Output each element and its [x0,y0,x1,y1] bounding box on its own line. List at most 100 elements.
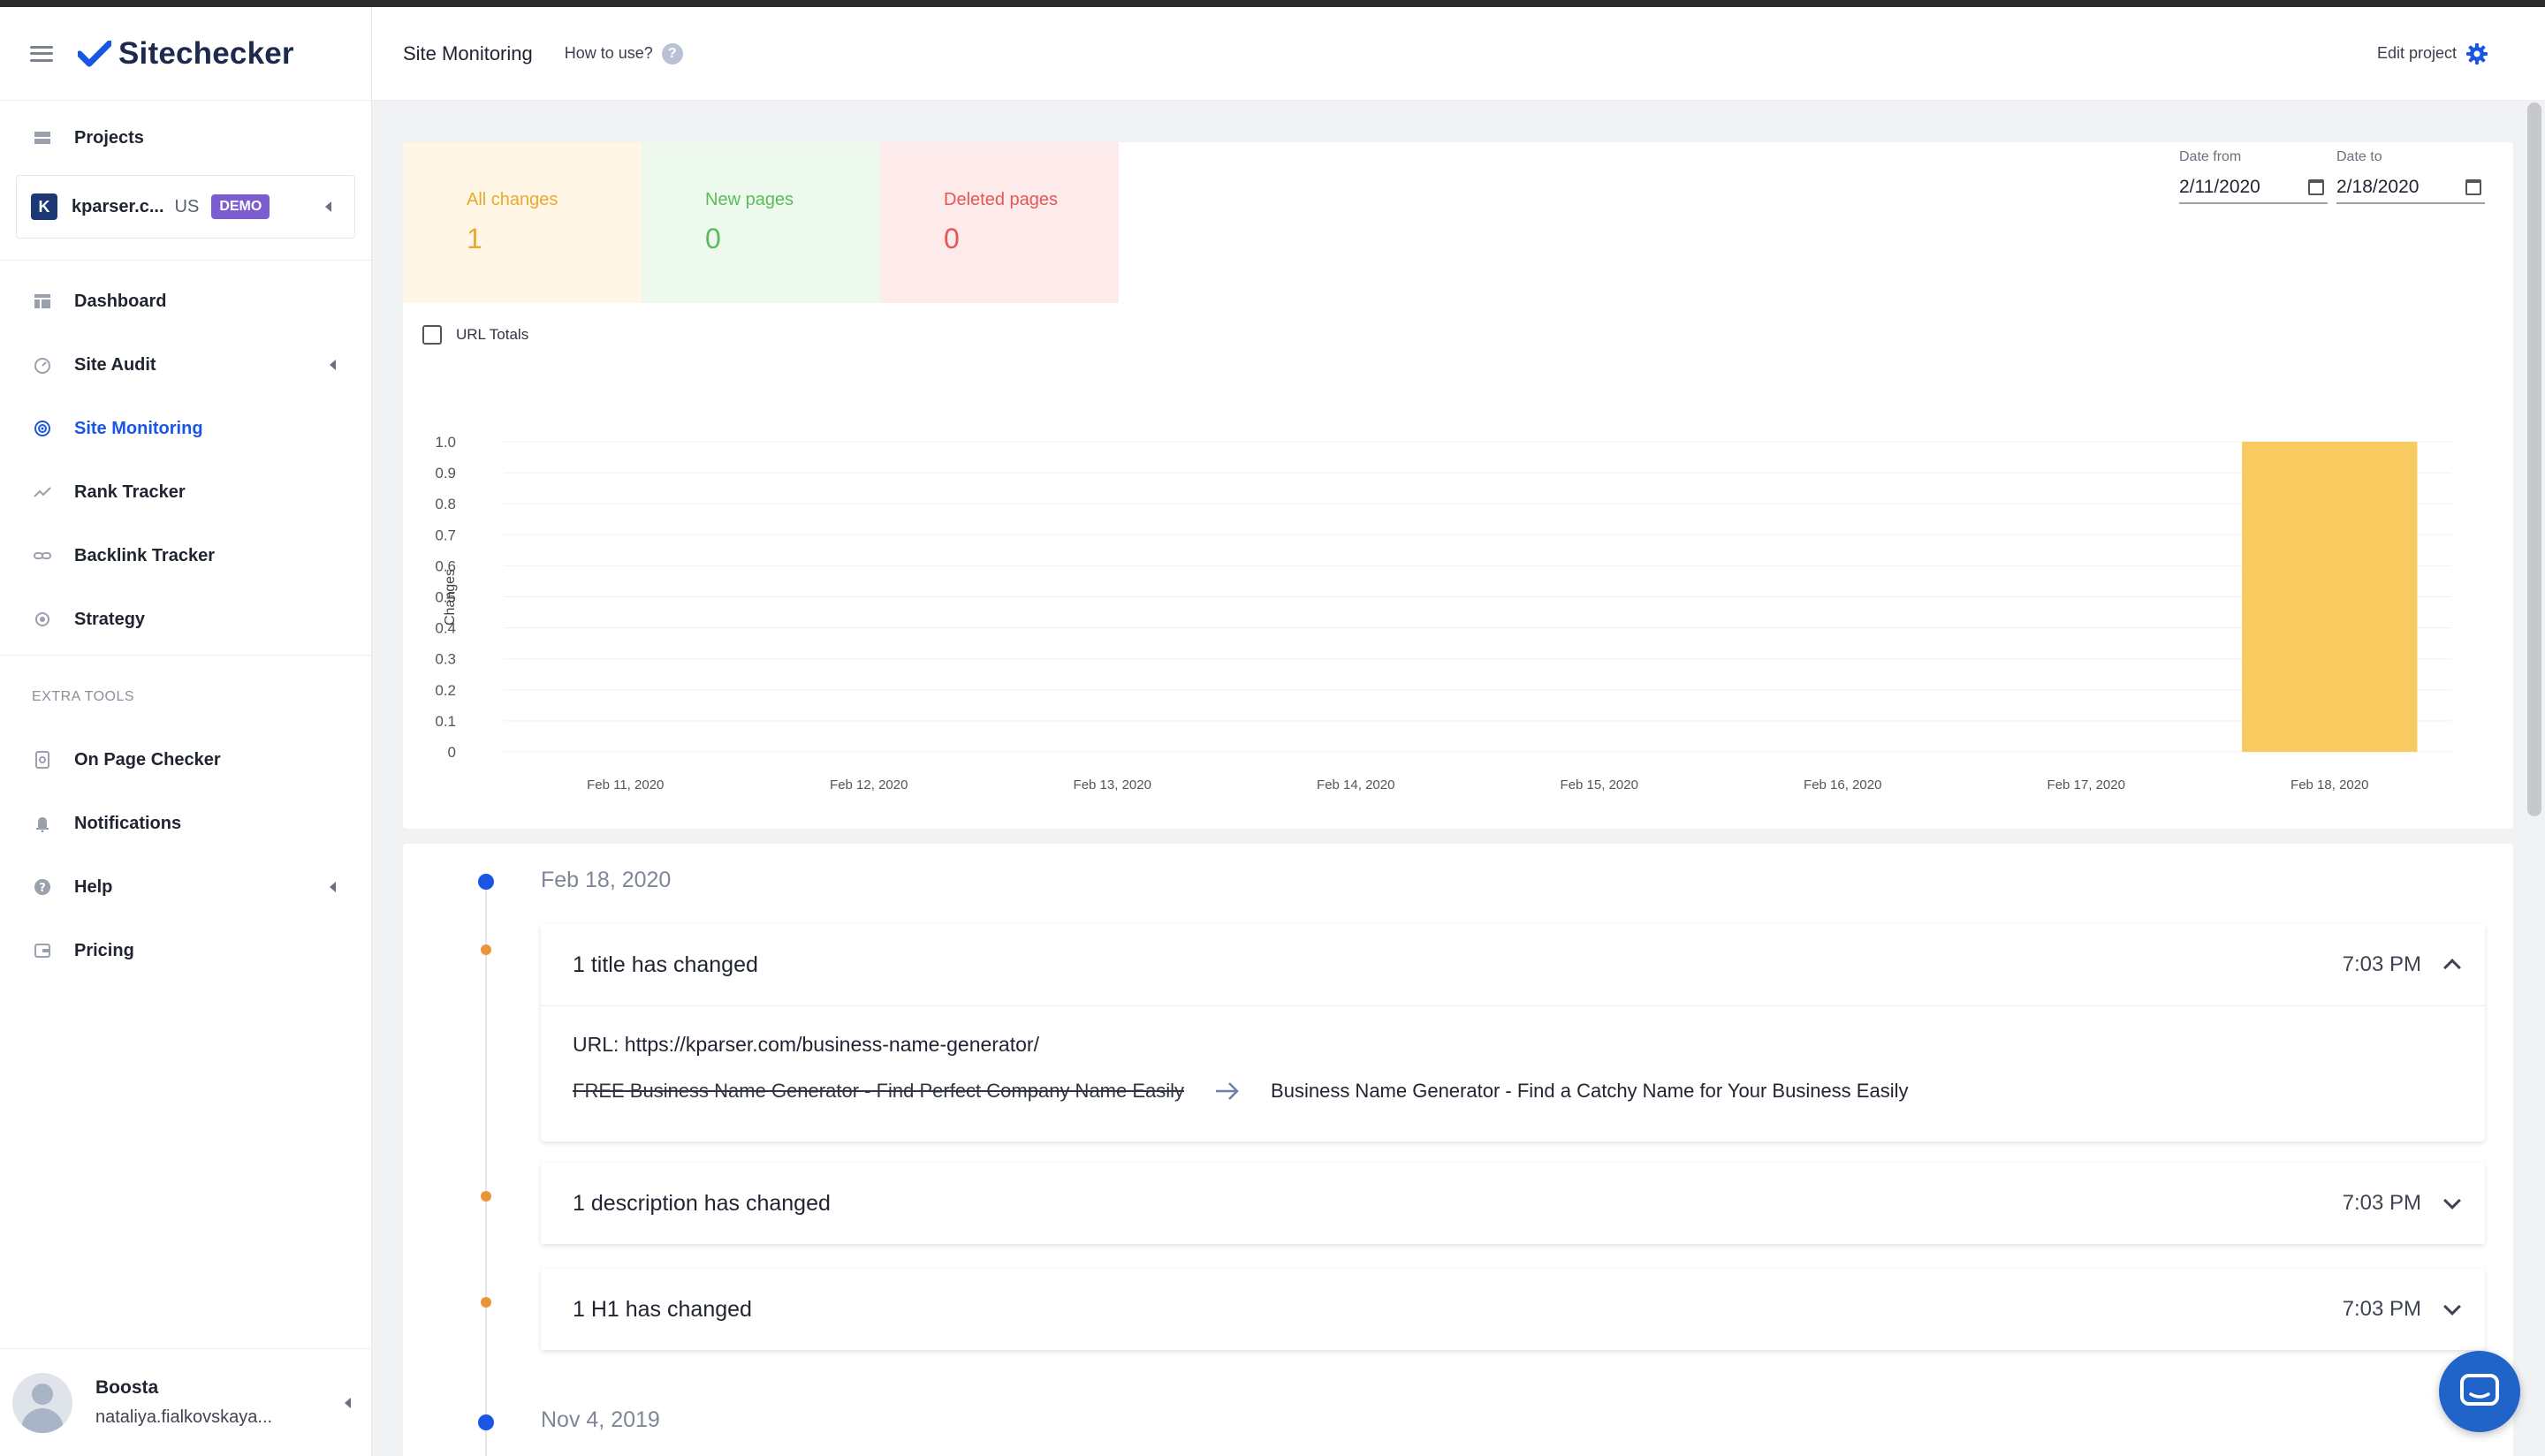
svg-text:?: ? [39,882,46,895]
y-tick-label: 0.9 [435,465,456,482]
x-tick-label: Feb 17, 2020 [2047,777,2125,792]
sidebar-item-strategy[interactable]: Strategy [0,588,371,651]
project-selector[interactable]: K kparser.c... US DEMO [16,175,355,239]
logo-check-icon [78,40,111,66]
change-header[interactable]: 1 title has changed 7:03 PM [541,924,2485,1005]
timeline-date: Feb 18, 2020 [541,868,672,892]
change-card: 1 title has changed 7:03 PM URL: https:/… [541,924,2485,1141]
how-to-use-link[interactable]: How to use? ? [564,42,683,64]
user-name: Boosta [95,1377,159,1398]
sidebar-item-dashboard[interactable]: Dashboard [0,269,371,333]
change-title: 1 title has changed [573,952,758,977]
sidebar-item-pricing[interactable]: Pricing [0,919,371,982]
change-title: 1 description has changed [573,1190,831,1216]
sidebar-item-label: On Page Checker [74,749,221,770]
hamburger-menu-icon[interactable] [30,45,53,62]
change-header[interactable]: 1 H1 has changed 7:03 PM [541,1269,2485,1350]
link-icon [34,552,51,559]
demo-badge: DEMO [211,194,270,219]
page-scrollbar[interactable] [2527,102,2541,816]
edit-project-button[interactable]: Edit project [2377,42,2488,65]
change-time: 7:03 PM [2342,1191,2421,1215]
projects-icon [34,132,50,144]
y-tick-label: 0 [448,744,456,761]
x-tick-label: Feb 14, 2020 [1317,777,1394,792]
sidebar-item-site-audit[interactable]: Site Audit [0,333,371,397]
chat-icon [2460,1374,2499,1406]
new-value: Business Name Generator - Find a Catchy … [1271,1080,1909,1102]
change-url: URL: https://kparser.com/business-name-g… [573,1033,1039,1056]
user-profile[interactable]: Boosta nataliya.fialkovskaya... [0,1348,372,1456]
dashboard-icon [34,294,50,308]
timeline-line [485,879,487,1456]
change-card: 1 description has changed 7:03 PM [541,1163,2485,1244]
sidebar-item-backlink-tracker[interactable]: Backlink Tracker [0,524,371,588]
logo-text[interactable]: Sitechecker [118,36,294,72]
sidebar-item-site-monitoring[interactable]: Site Monitoring [0,397,371,460]
change-header[interactable]: 1 description has changed 7:03 PM [541,1163,2485,1244]
caret-left-icon[interactable] [330,882,336,892]
page-title: Site Monitoring [403,42,533,64]
project-country: US [174,196,200,216]
change-time: 7:03 PM [2342,952,2421,976]
wallet-icon [34,944,50,958]
chart-bar [2242,442,2418,752]
divider [0,260,371,261]
x-tick-label: Feb 15, 2020 [1561,777,1638,792]
sidebar-item-on-page-checker[interactable]: On Page Checker [0,728,371,792]
sidebar-item-label: Projects [74,127,144,148]
caret-left-icon[interactable] [330,360,336,370]
sidebar-item-label: Rank Tracker [74,482,186,502]
caret-left-icon[interactable] [345,1397,351,1408]
user-email: nataliya.fialkovskaya... [95,1407,273,1427]
sidebar-item-label: Help [74,876,113,897]
x-tick-label: Feb 12, 2020 [830,777,908,792]
gear-icon [2466,42,2488,64]
sidebar-item-label: Site Monitoring [74,418,203,438]
edit-project-label: Edit project [2376,44,2457,62]
sidebar-item-label: Site Audit [74,354,156,375]
old-value: FREE Business Name Generator - Find Perf… [573,1080,1185,1102]
y-tick-label: 1.0 [435,434,456,451]
sidebar-item-help[interactable]: ? Help [0,855,371,919]
timeline-change-dot [481,944,491,955]
chevron-down-icon[interactable] [2443,1298,2461,1316]
timeline-date-dot [478,874,494,890]
extra-tools-heading: EXTRA TOOLS [32,689,135,704]
chevron-down-icon[interactable] [2443,1192,2461,1210]
bell-icon [36,817,49,832]
changes-timeline: Feb 18, 2020 1 title has changed 7:03 PM… [403,844,2513,1456]
y-axis-label: Changes [443,569,458,626]
how-to-use-label: How to use? [564,44,653,62]
sidebar-item-label: Strategy [74,609,146,629]
arrow-right-icon [1216,1082,1239,1100]
page-search-icon [35,751,49,769]
sidebar-item-notifications[interactable]: Notifications [0,792,371,855]
y-tick-label: 0.1 [435,713,456,730]
project-name: kparser.c... [72,196,164,216]
project-avatar: K [31,193,57,220]
change-diff: FREE Business Name Generator - Find Perf… [573,1080,2453,1103]
sidebar-item-label: Pricing [74,940,134,960]
monitoring-icon [34,421,50,436]
sidebar-item-projects[interactable]: Projects [0,106,371,170]
x-tick-label: Feb 18, 2020 [2290,777,2368,792]
y-tick-label: 0.2 [435,682,456,699]
timeline-date: Nov 4, 2019 [541,1407,660,1432]
sidebar-item-label: Dashboard [74,291,167,311]
caret-left-icon[interactable] [325,201,331,212]
x-tick-label: Feb 13, 2020 [1074,777,1151,792]
chat-button[interactable] [2439,1351,2520,1432]
y-tick-label: 0.3 [435,651,456,668]
change-time: 7:03 PM [2342,1297,2421,1321]
y-tick-label: 0.7 [435,527,456,543]
stats-card: All changes 1 New pages 0 Deleted pages … [403,142,2513,829]
target-icon [35,612,49,626]
chevron-up-icon[interactable] [2443,959,2461,976]
timeline-date-dot [478,1414,494,1430]
logo-row: Sitechecker [0,7,371,101]
avatar [12,1372,72,1433]
sidebar-item-rank-tracker[interactable]: Rank Tracker [0,460,371,524]
help-icon: ? [34,879,50,895]
timeline-change-dot [481,1297,491,1308]
